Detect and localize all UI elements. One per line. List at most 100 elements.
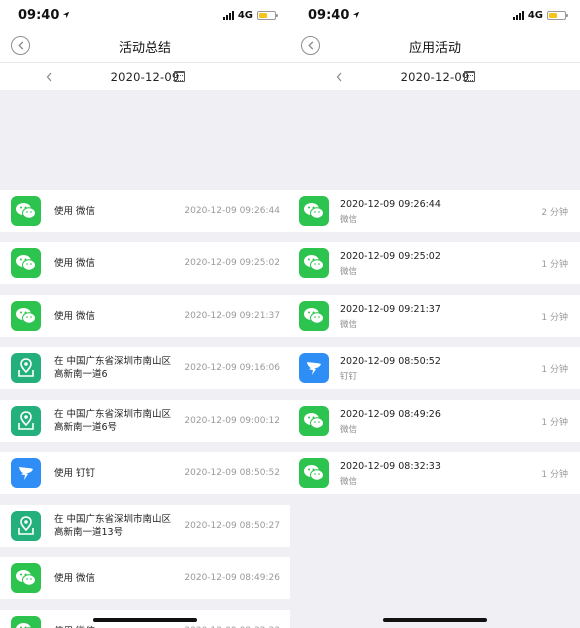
previous-day-button[interactable]	[46, 68, 53, 86]
app-name: 钉钉	[340, 372, 358, 382]
wechat-icon	[299, 248, 329, 278]
status-time: 09:40	[308, 8, 360, 23]
selected-date: 2020-12-09	[110, 69, 180, 84]
app-activity-timestamp: 2020-12-09 09:25:02	[340, 251, 441, 262]
back-button[interactable]	[11, 36, 30, 55]
app-activity-row[interactable]: 2020-12-09 08:50:52 钉钉 1 分钟	[290, 347, 580, 389]
chevron-left-icon	[336, 72, 342, 81]
status-bar: 09:40 4G	[0, 0, 290, 30]
back-button[interactable]	[301, 36, 320, 55]
app-name: 微信	[340, 320, 358, 330]
wechat-icon	[11, 301, 41, 331]
app-name: 微信	[340, 215, 358, 225]
app-activity-timestamp: 2020-12-09 09:26:44	[340, 199, 441, 210]
wechat-icon	[11, 248, 41, 278]
app-activity-screen: 09:40 4G 应用活动 2020-12-09 2020-12-09 09:2…	[290, 0, 580, 628]
calendar-icon[interactable]	[464, 71, 475, 82]
app-name: 微信	[340, 477, 358, 487]
app-activity-timestamp: 2020-12-09 08:32:33	[340, 461, 441, 472]
activity-description: 使用 微信	[54, 625, 172, 628]
activity-timestamp: 2020-12-09 09:21:37	[184, 311, 280, 321]
usage-duration: 1 分钟	[541, 417, 568, 428]
network-label: 4G	[237, 9, 253, 21]
location-arrow-icon	[353, 11, 360, 19]
location-arrow-icon	[63, 11, 70, 19]
map-pin-icon	[11, 353, 41, 383]
activity-description: 在 中国广东省深圳市南山区高新南一道6	[54, 356, 172, 380]
activity-row[interactable]: 使用 微信 2020-12-09 08:49:26	[0, 557, 290, 599]
activity-row[interactable]: 在 中国广东省深圳市南山区高新南一道6号 2020-12-09 09:00:12	[0, 400, 290, 442]
app-activity-timestamp: 2020-12-09 08:49:26	[340, 409, 441, 420]
status-time: 09:40	[18, 8, 70, 23]
calendar-icon[interactable]	[174, 71, 185, 82]
app-activity-timestamp: 2020-12-09 08:50:52	[340, 356, 441, 367]
app-activity-row[interactable]: 2020-12-09 09:21:37 微信 1 分钟	[290, 295, 580, 337]
wechat-icon	[11, 196, 41, 226]
activity-timestamp: 2020-12-09 09:26:44	[184, 206, 280, 216]
home-indicator[interactable]	[383, 618, 487, 622]
date-selector: 2020-12-09	[0, 62, 290, 90]
map-pin-icon	[11, 511, 41, 541]
network-label: 4G	[527, 9, 543, 21]
chevron-left-icon	[17, 41, 23, 50]
app-activity-row[interactable]: 2020-12-09 09:25:02 微信 1 分钟	[290, 242, 580, 284]
app-activity-row[interactable]: 2020-12-09 09:26:44 微信 2 分钟	[290, 190, 580, 232]
activity-description: 在 中国广东省深圳市南山区高新南一道13号	[54, 514, 172, 538]
page-title: 应用活动	[408, 40, 461, 56]
activity-row[interactable]: 使用 微信 2020-12-09 09:26:44	[0, 190, 290, 232]
chevron-left-icon	[46, 72, 52, 81]
page-title: 活动总结	[118, 40, 171, 56]
activity-row[interactable]: 在 中国广东省深圳市南山区高新南一道6 2020-12-09 09:16:06	[0, 347, 290, 389]
home-indicator[interactable]	[93, 618, 197, 622]
app-name: 微信	[340, 425, 358, 435]
wechat-icon	[299, 196, 329, 226]
clock-text: 09:40	[308, 7, 350, 23]
activity-timestamp: 2020-12-09 08:49:26	[184, 573, 280, 583]
usage-duration: 2 分钟	[541, 207, 568, 218]
activity-timestamp: 2020-12-09 08:50:27	[184, 521, 280, 531]
wechat-icon	[11, 563, 41, 593]
activity-timestamp: 2020-12-09 09:16:06	[184, 363, 280, 373]
app-activity-row[interactable]: 2020-12-09 08:49:26 微信 1 分钟	[290, 400, 580, 442]
navigation-bar: 活动总结	[0, 30, 290, 62]
dingtalk-icon	[299, 353, 329, 383]
activity-row[interactable]: 使用 钉钉 2020-12-09 08:50:52	[0, 452, 290, 494]
usage-duration: 1 分钟	[541, 469, 568, 480]
navigation-bar: 应用活动	[290, 30, 580, 62]
signal-icon	[222, 10, 234, 20]
activity-timestamp: 2020-12-09 09:00:12	[184, 416, 280, 426]
date-selector: 2020-12-09	[290, 62, 580, 90]
activity-summary-screen: 09:40 4G 活动总结 2020-12-09 使用 微信 2020-12-09…	[0, 0, 290, 628]
clock-text: 09:40	[18, 7, 60, 23]
app-activity-timestamp: 2020-12-09 09:21:37	[340, 304, 441, 315]
activity-description: 使用 微信	[54, 310, 96, 322]
activity-timestamp: 2020-12-09 08:50:52	[184, 468, 280, 478]
wechat-icon	[11, 616, 41, 628]
activity-description: 使用 微信	[54, 257, 96, 269]
signal-icon	[512, 10, 524, 20]
usage-duration: 1 分钟	[541, 364, 568, 375]
activity-row[interactable]: 使用 微信 2020-12-09 09:21:37	[0, 295, 290, 337]
usage-duration: 1 分钟	[541, 259, 568, 270]
battery-icon	[547, 10, 568, 20]
wechat-icon	[299, 406, 329, 436]
battery-icon	[257, 10, 278, 20]
usage-duration: 1 分钟	[541, 312, 568, 323]
wechat-icon	[299, 301, 329, 331]
activity-row[interactable]: 在 中国广东省深圳市南山区高新南一道13号 2020-12-09 08:50:27	[0, 505, 290, 547]
app-name: 微信	[340, 267, 358, 277]
dingtalk-icon	[11, 458, 41, 488]
activity-description: 使用 微信	[54, 572, 96, 584]
activity-description: 在 中国广东省深圳市南山区高新南一道6号	[54, 409, 172, 433]
activity-timestamp: 2020-12-09 09:25:02	[184, 258, 280, 268]
map-pin-icon	[11, 406, 41, 436]
previous-day-button[interactable]	[336, 68, 343, 86]
status-bar: 09:40 4G	[290, 0, 580, 30]
chevron-left-icon	[307, 41, 313, 50]
activity-row[interactable]: 使用 微信 2020-12-09 09:25:02	[0, 242, 290, 284]
wechat-icon	[299, 458, 329, 488]
activity-description: 使用 微信	[54, 205, 96, 217]
activity-description: 使用 钉钉	[54, 467, 96, 479]
app-activity-row[interactable]: 2020-12-09 08:32:33 微信 1 分钟	[290, 452, 580, 494]
selected-date: 2020-12-09	[400, 69, 470, 84]
